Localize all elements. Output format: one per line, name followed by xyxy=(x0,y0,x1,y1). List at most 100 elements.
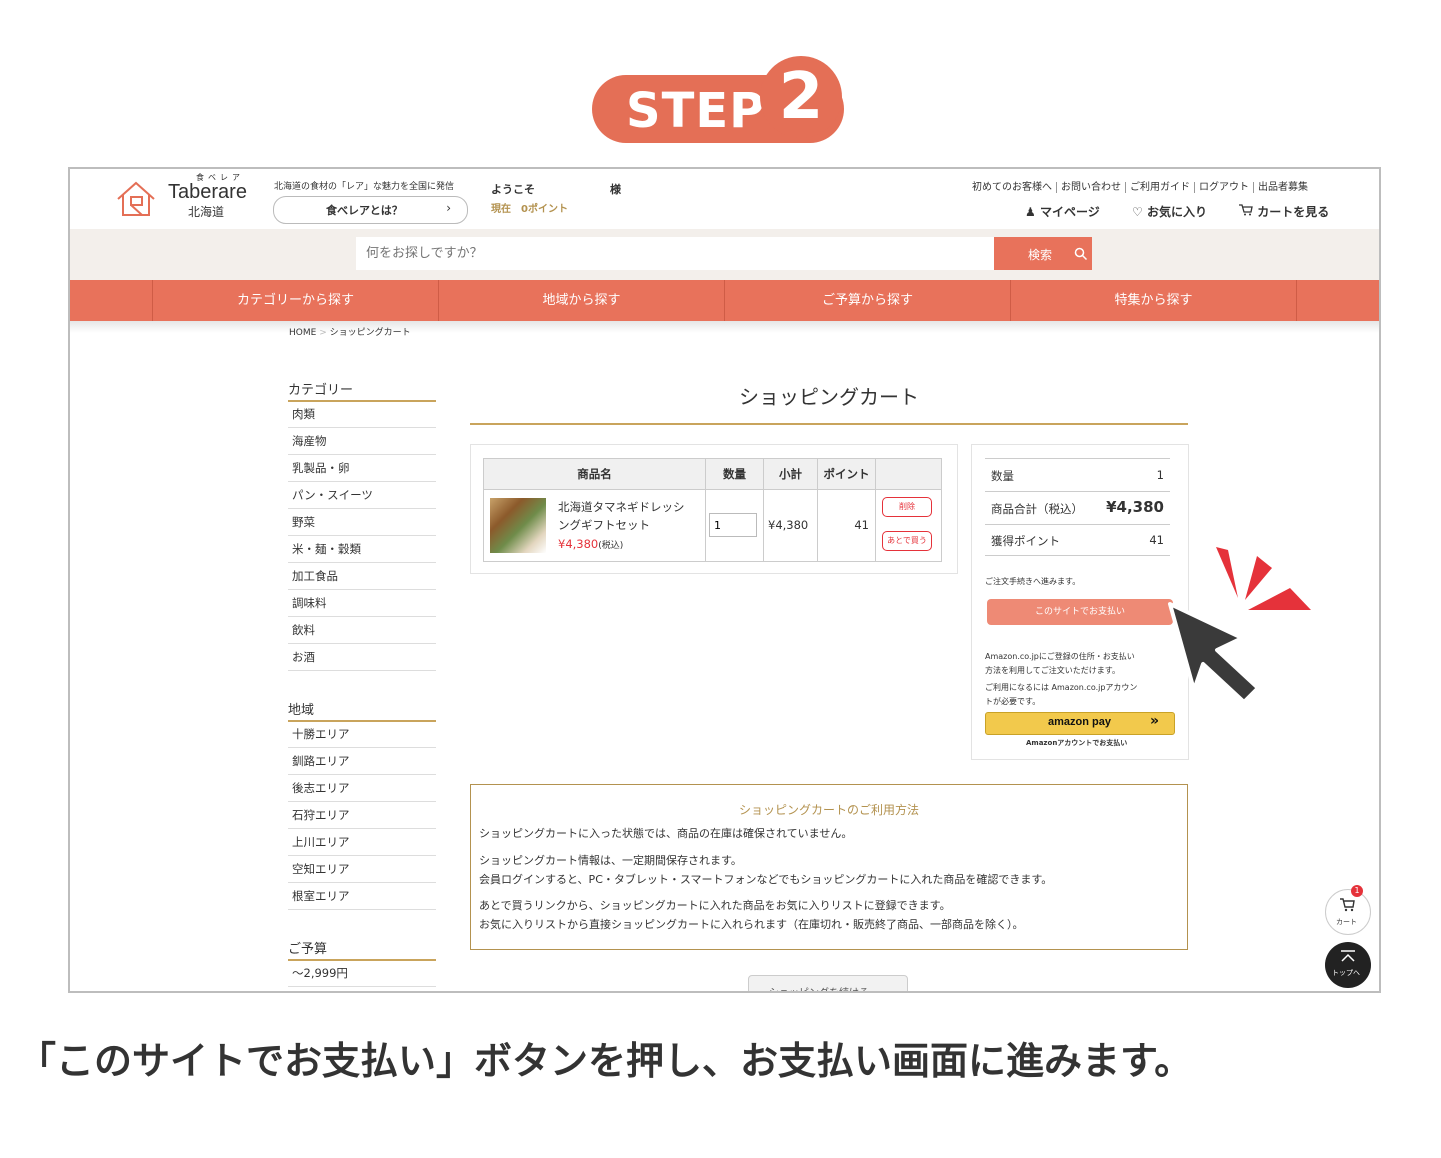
sidebar-item-kamikawa[interactable]: 上川エリア xyxy=(288,829,436,856)
breadcrumb-home[interactable]: HOME xyxy=(289,328,316,338)
link-seller-recruit[interactable]: 出品者募集 xyxy=(1253,182,1312,193)
link-contact[interactable]: お問い合わせ xyxy=(1056,182,1125,193)
welcome-suffix: 様 xyxy=(610,183,621,196)
sidebar-item-label: 野菜 xyxy=(292,515,315,529)
view-cart-link[interactable]: カートを見る xyxy=(1239,203,1329,220)
step-number: 2 xyxy=(778,60,824,134)
continue-shopping-label: ショッピングを続ける xyxy=(769,984,869,991)
sidebar-item-label: 肉類 xyxy=(292,407,315,421)
mouse-pointer-icon xyxy=(1168,602,1260,704)
sidebar-item-shiribeshi[interactable]: 後志エリア xyxy=(288,775,436,802)
logo-wordmark[interactable]: Taberare xyxy=(168,181,247,204)
buy-later-button[interactable]: あとで買う xyxy=(882,531,932,551)
howto-paragraph-1: ショッピングカートに入った状態では、商品の在庫は確保されていません。 xyxy=(479,827,853,840)
howto-paragraph-3a: あとで買うリンクから、ショッピングカートに入れた商品をお気に入りリストに登録でき… xyxy=(479,899,951,912)
proceed-note: ご注文手続きへ進みます。 xyxy=(985,577,1081,586)
breadcrumb-separator: > xyxy=(319,328,327,338)
item-subtotal: ¥4,380 xyxy=(768,518,809,532)
product-thumbnail[interactable] xyxy=(490,498,546,553)
sidebar-item-seafood[interactable]: 海産物 xyxy=(288,428,436,455)
sidebar-item-nemuro[interactable]: 根室エリア xyxy=(288,883,436,910)
sidebar-item-bread-sweets[interactable]: パン・スイーツ xyxy=(288,482,436,509)
view-cart-label: カートを見る xyxy=(1257,205,1330,219)
product-name-line1[interactable]: 北海道タマネギドレッシ xyxy=(558,499,685,515)
search-band: 検索 xyxy=(70,229,1379,280)
sidebar-item-label: ～2,999円 xyxy=(292,966,348,980)
amazon-pay-label: amazon pay xyxy=(1048,716,1111,728)
heart-icon: ♡ xyxy=(1132,205,1143,219)
sidebar-item-sorachi[interactable]: 空知エリア xyxy=(288,856,436,883)
breadcrumb: HOME > ショッピングカート xyxy=(289,325,411,338)
nav-shadow xyxy=(70,321,1379,333)
sidebar-item-label: 上川エリア xyxy=(292,835,350,849)
sidebar-item-processed[interactable]: 加工食品 xyxy=(288,563,436,590)
search-button[interactable]: 検索 xyxy=(994,237,1092,270)
sidebar-item-label: 乳製品・卵 xyxy=(292,461,350,475)
sidebar-item-rice-noodles[interactable]: 米・麺・穀類 xyxy=(288,536,436,563)
mypage-link[interactable]: ♟ マイページ xyxy=(1025,203,1100,220)
product-price-tax: (税込) xyxy=(598,541,624,551)
col-name-header: 商品名 xyxy=(484,459,706,490)
favorites-label: お気に入り xyxy=(1146,205,1207,219)
main-nav: カテゴリーから探す 地域から探す ご予算から探す 特集から探す xyxy=(70,280,1379,321)
back-to-top-button[interactable]: トップへ xyxy=(1325,942,1371,988)
logo-region: 北海道 xyxy=(188,205,225,219)
sidebar-item-alcohol[interactable]: お酒 xyxy=(288,644,436,671)
cart-table: 商品名 数量 小計 ポイント 北海道タマネギドレッシ ングギフトセット ¥4,3… xyxy=(483,458,942,562)
sidebar-item-kushiro[interactable]: 釧路エリア xyxy=(288,748,436,775)
top-links: 初めてのお客様へ お問い合わせ ご利用ガイド ログアウト 出品者募集 xyxy=(968,178,1312,193)
summary-qty-value: 1 xyxy=(1156,468,1164,482)
delete-button[interactable]: 削除 xyxy=(882,497,932,517)
sidebar-item-drinks[interactable]: 飲料 xyxy=(288,617,436,644)
sidebar-item-meat[interactable]: 肉類 xyxy=(288,401,436,428)
sidebar-item-ishikari[interactable]: 石狩エリア xyxy=(288,802,436,829)
sidebar-item-tokachi[interactable]: 十勝エリア xyxy=(288,721,436,748)
subtotal-cell: ¥4,380 xyxy=(764,490,818,561)
sidebar-item-budget-under-3000[interactable]: ～2,999円 xyxy=(288,960,436,987)
continue-shopping-button[interactable]: ショッピングを続ける xyxy=(748,975,908,991)
pay-on-site-button[interactable]: このサイトでお支払い xyxy=(987,599,1173,625)
col-subtotal-header: 小計 xyxy=(764,459,818,490)
col-qty-header: 数量 xyxy=(706,459,764,490)
sidebar-item-label: お酒 xyxy=(292,650,315,664)
table-row-product: 北海道タマネギドレッシ ングギフトセット ¥4,380(税込) xyxy=(484,490,706,561)
sidebar-item-seasoning[interactable]: 調味料 xyxy=(288,590,436,617)
link-guide[interactable]: ご利用ガイド xyxy=(1125,182,1194,193)
sidebar-item-vegetables[interactable]: 野菜 xyxy=(288,509,436,536)
sidebar-item-label: 根室エリア xyxy=(292,889,350,903)
sidebar-item-label: 空知エリア xyxy=(292,862,350,876)
nav-category[interactable]: カテゴリーから探す xyxy=(152,280,438,321)
link-first-visit[interactable]: 初めてのお客様へ xyxy=(968,182,1056,193)
cart-icon xyxy=(1239,204,1253,216)
item-points: 41 xyxy=(854,518,869,532)
mypage-label: マイページ xyxy=(1039,205,1100,219)
favorites-link[interactable]: ♡ お気に入り xyxy=(1132,203,1207,220)
title-divider xyxy=(470,423,1188,425)
search-input[interactable] xyxy=(356,237,994,270)
quantity-input[interactable] xyxy=(709,513,757,537)
emphasis-mark-2 xyxy=(1245,556,1272,600)
col-points-header: ポイント xyxy=(818,459,876,490)
product-name-line2[interactable]: ングギフトセット xyxy=(558,517,650,533)
summary-total-label: 商品合計（税込） xyxy=(991,502,1083,516)
step-number-circle: 2 xyxy=(760,56,842,138)
amazon-pay-button[interactable]: amazon pay » xyxy=(985,712,1175,735)
summary-points-row: 獲得ポイント 41 xyxy=(985,525,1170,556)
cart-icon xyxy=(1340,898,1355,912)
product-price-value: ¥4,380 xyxy=(558,537,599,551)
amazon-note-3: ご利用になるには Amazon.co.jpアカウン xyxy=(985,683,1138,692)
floating-cart-button[interactable]: カート xyxy=(1325,889,1371,935)
cart-count-badge: 1 xyxy=(1351,885,1363,897)
link-logout[interactable]: ログアウト xyxy=(1194,182,1253,193)
nav-budget[interactable]: ご予算から探す xyxy=(724,280,1010,321)
instruction-caption: 「このサイトでお支払い」ボタンを押し、お支払い画面に進みます。 xyxy=(18,1039,1193,1083)
sidebar-item-label: 釧路エリア xyxy=(292,754,350,768)
nav-region[interactable]: 地域から探す xyxy=(438,280,724,321)
logo-house-icon[interactable] xyxy=(114,177,158,221)
about-button[interactable]: 食べレアとは？ › xyxy=(273,196,468,224)
sidebar-item-dairy-eggs[interactable]: 乳製品・卵 xyxy=(288,455,436,482)
howto-paragraph-3b: お気に入りリストから直接ショッピングカートに入れられます（在庫切れ・販売終了商品… xyxy=(479,918,1024,931)
arrow-up-icon xyxy=(1341,950,1355,962)
summary-qty-label: 数量 xyxy=(991,469,1014,483)
nav-features[interactable]: 特集から探す xyxy=(1010,280,1297,321)
